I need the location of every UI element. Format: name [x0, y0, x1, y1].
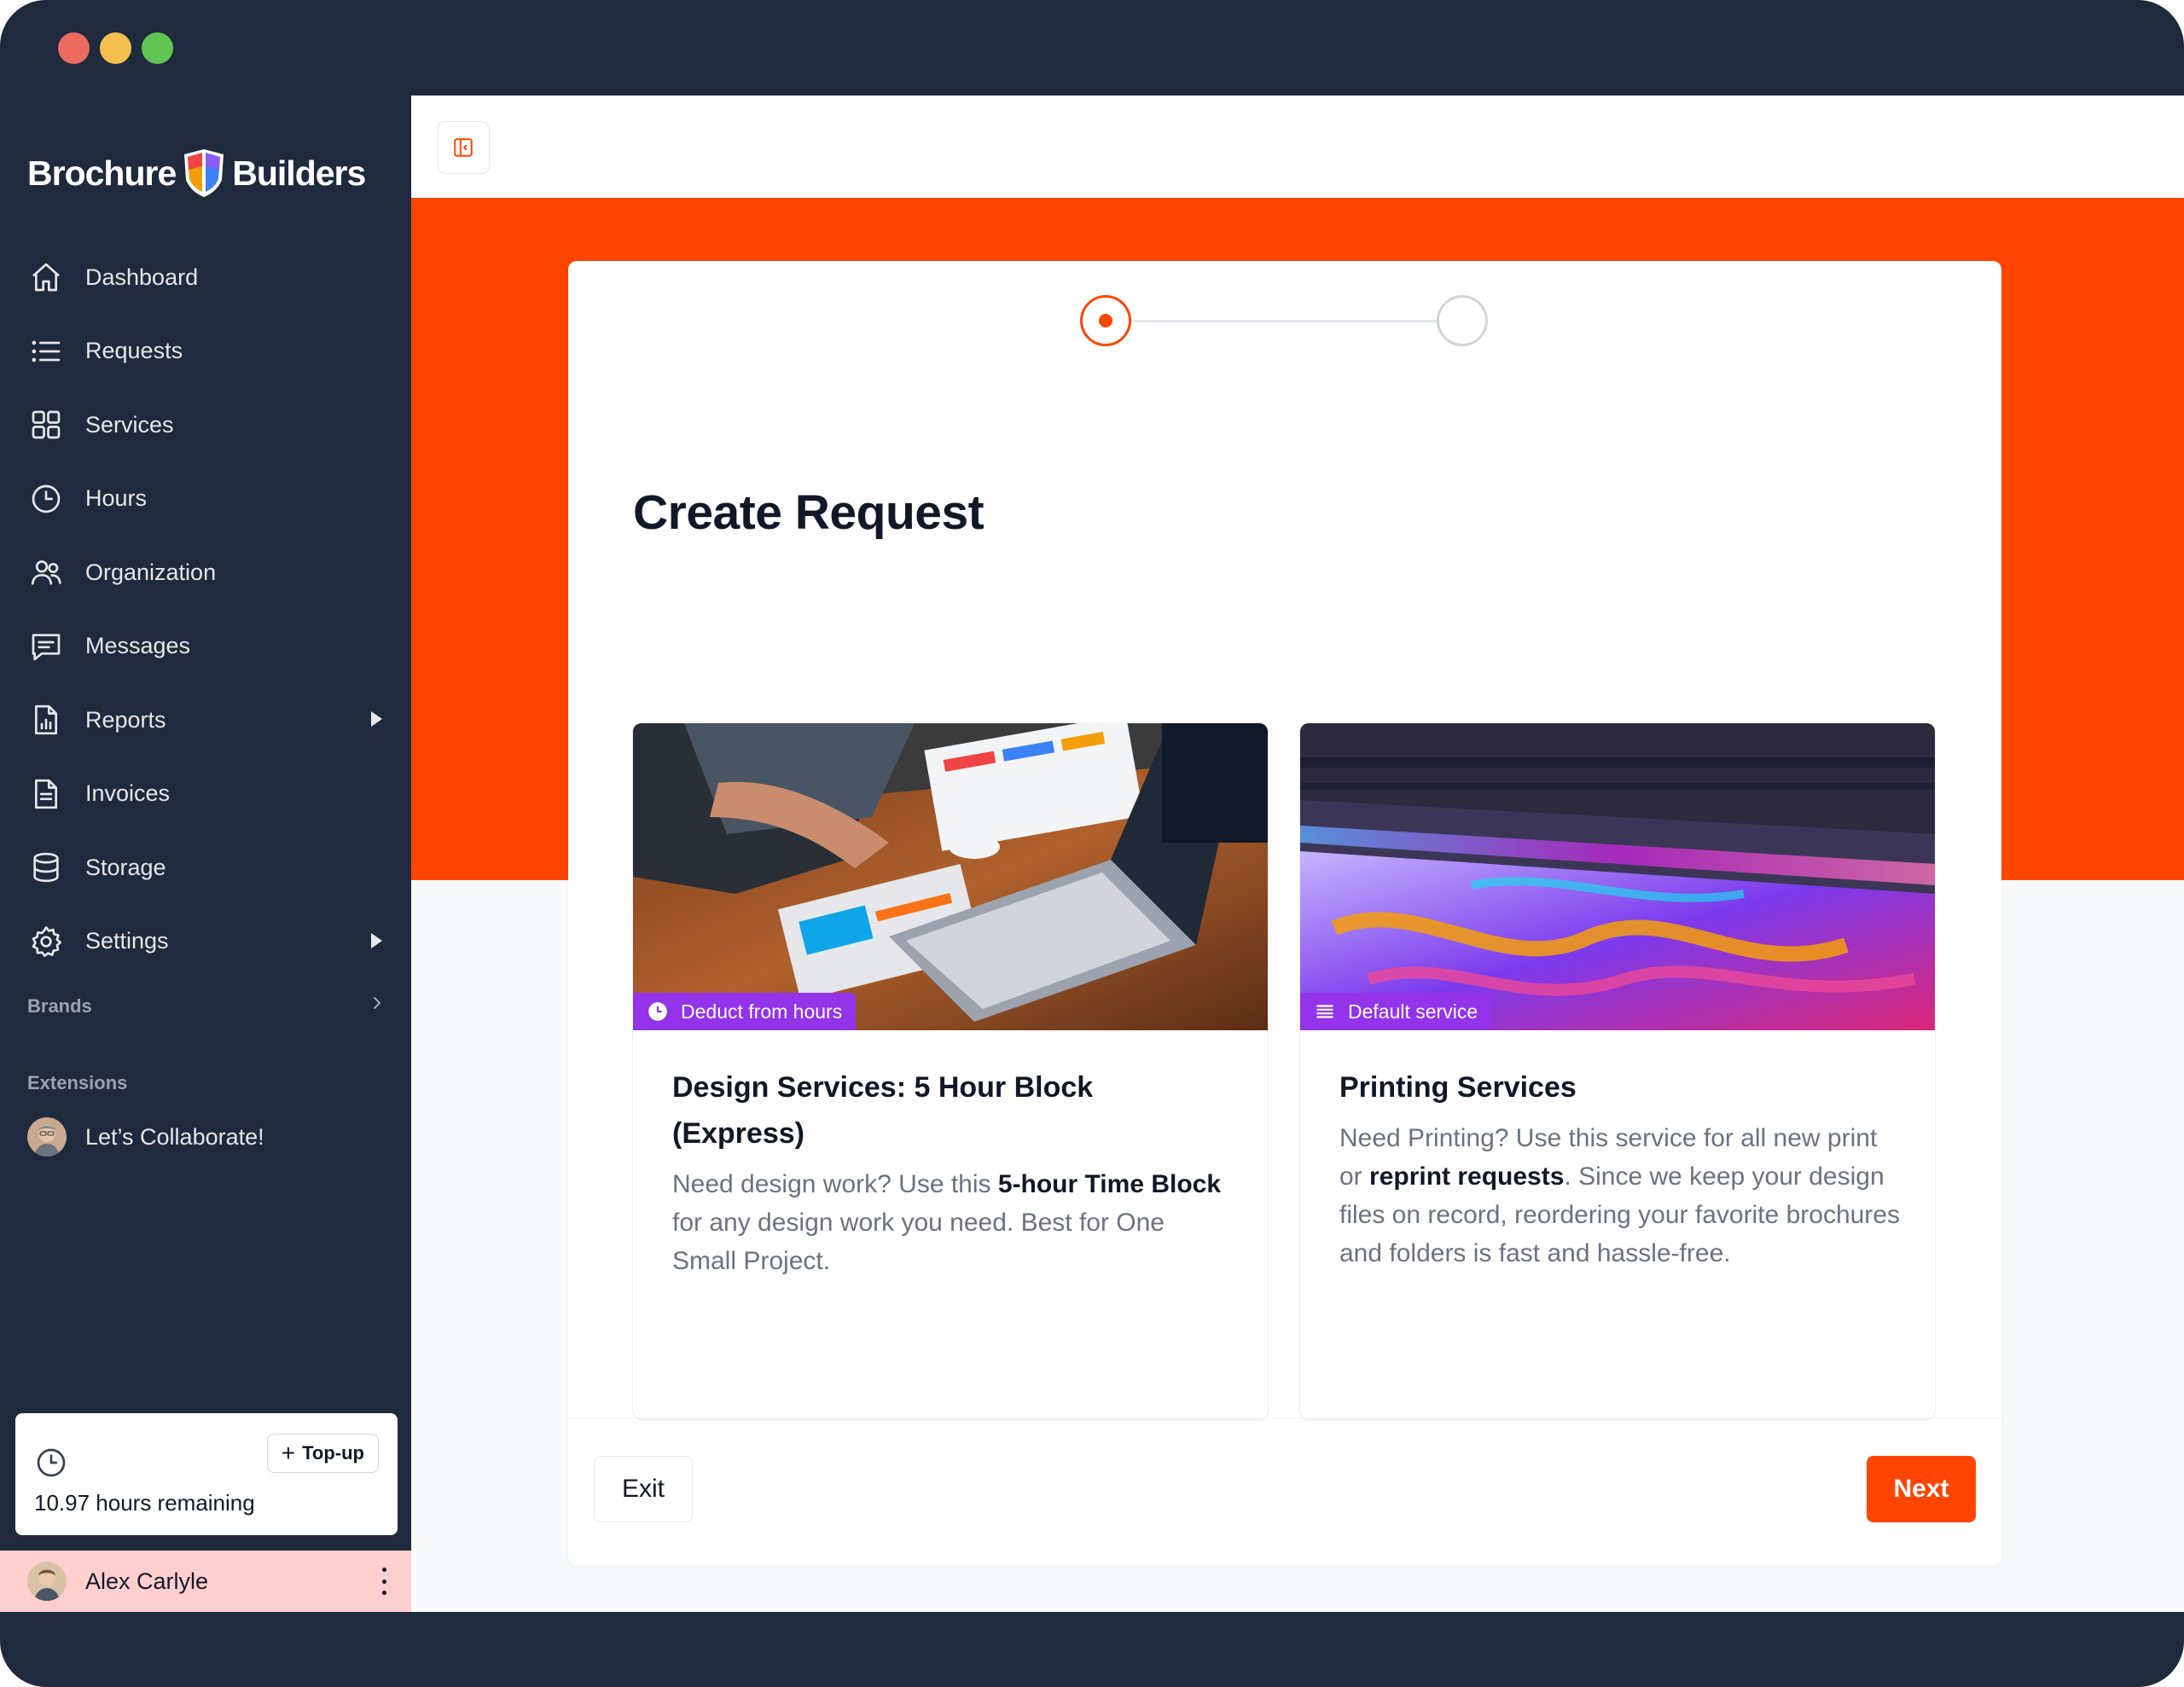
sidebar-item-messages[interactable]: Messages — [0, 610, 411, 684]
top-up-button[interactable]: + Top-up — [266, 1434, 379, 1473]
create-request-wizard: Create Request Deduct from hours Design … — [568, 261, 2001, 1566]
sidebar-item-label: Organization — [85, 559, 217, 585]
sidebar-item-invoices[interactable]: Invoices — [0, 757, 411, 832]
brand-name-left: Brochure — [27, 153, 177, 193]
app-window: Brochure Builders Dashboard Requests Ser… — [0, 0, 2184, 1687]
avatar — [27, 1117, 67, 1157]
sidebar-item-reports[interactable]: Reports — [0, 683, 411, 757]
plus-icon: + — [281, 1440, 296, 1466]
hours-remaining-text: 10.97 hours remaining — [34, 1490, 255, 1516]
brands-section-label[interactable]: Brands — [27, 995, 92, 1017]
sidebar-item-requests[interactable]: Requests — [0, 315, 411, 389]
service-card-design[interactable]: Deduct from hours Design Services: 5 Hou… — [633, 723, 1268, 1419]
sidebar-item-label: Invoices — [85, 780, 171, 807]
design-workspace-image: Deduct from hours — [633, 723, 1268, 1030]
maximize-window-button[interactable] — [142, 32, 173, 64]
grid-icon — [29, 408, 63, 442]
gear-icon — [29, 925, 63, 959]
step-1-indicator[interactable] — [1080, 295, 1131, 346]
more-options-icon[interactable] — [379, 1568, 389, 1595]
sidebar-item-label: Services — [85, 411, 174, 438]
chevron-right-icon[interactable] — [367, 993, 387, 1013]
top-bar — [411, 96, 2184, 198]
card-badge-label: Deduct from hours — [681, 1000, 843, 1023]
extension-item-label: Let’s Collaborate! — [85, 1123, 264, 1150]
sidebar-item-settings[interactable]: Settings — [0, 905, 411, 979]
sidebar-item-label: Settings — [85, 928, 169, 954]
stepper-line — [1131, 320, 1437, 322]
step-2-indicator[interactable] — [1437, 295, 1488, 346]
sidebar-item-label: Storage — [85, 854, 166, 880]
brand-logo-icon — [184, 149, 224, 197]
brand-logo[interactable]: Brochure Builders — [27, 143, 366, 203]
expand-caret-icon[interactable] — [371, 932, 382, 948]
card-title: Printing Services — [1339, 1071, 1577, 1104]
clock-icon — [648, 1002, 667, 1021]
brand-name-right: Builders — [232, 153, 366, 193]
avatar — [27, 1562, 67, 1601]
sidebar-nav: Dashboard Requests Services Hours Organi… — [0, 241, 411, 978]
sidebar: Brochure Builders Dashboard Requests Ser… — [0, 96, 411, 1612]
extensions-section-label: Extensions — [27, 1072, 128, 1093]
sidebar-item-hours[interactable]: Hours — [0, 462, 411, 536]
minimize-window-button[interactable] — [100, 32, 131, 64]
next-button[interactable]: Next — [1867, 1456, 1976, 1522]
list-icon — [1316, 1005, 1333, 1018]
home-icon — [29, 260, 63, 294]
card-badge: Deduct from hours — [633, 993, 857, 1030]
card-description: Need design work? Use this 5-hour Time B… — [672, 1170, 1222, 1275]
sidebar-toggle-button[interactable] — [437, 121, 490, 174]
card-title: Design Services: 5 Hour Block (Express) — [672, 1071, 1094, 1150]
extension-item-collaborate[interactable]: Let’s Collaborate! — [27, 1115, 264, 1159]
top-up-label: Top-up — [302, 1442, 364, 1464]
sidebar-item-storage[interactable]: Storage — [0, 831, 411, 905]
sidebar-item-services[interactable]: Services — [0, 388, 411, 462]
invoice-icon — [29, 777, 63, 811]
printing-press-image: Default service — [1300, 723, 1935, 1030]
card-description: Need Printing? Use this service for all … — [1339, 1124, 1900, 1267]
wizard-footer: Exit Next — [568, 1417, 2001, 1566]
sidebar-collapse-icon — [454, 138, 473, 157]
title-bar — [0, 0, 2184, 96]
sidebar-item-label: Dashboard — [85, 264, 199, 290]
card-badge: Default service — [1300, 993, 1492, 1030]
sidebar-item-label: Messages — [85, 633, 191, 659]
card-badge-label: Default service — [1348, 1000, 1478, 1023]
sidebar-item-label: Reports — [85, 706, 166, 733]
user-profile-row[interactable]: Alex Carlyle — [0, 1551, 411, 1612]
close-window-button[interactable] — [58, 32, 90, 64]
expand-caret-icon[interactable] — [371, 711, 382, 727]
sidebar-item-label: Requests — [85, 338, 183, 364]
clock-icon — [37, 1448, 66, 1477]
hours-remaining-card: + Top-up 10.97 hours remaining — [15, 1413, 398, 1535]
sidebar-item-label: Hours — [85, 485, 148, 512]
message-icon — [29, 629, 63, 664]
page-title: Create Request — [633, 485, 985, 540]
sidebar-item-organization[interactable]: Organization — [0, 536, 411, 610]
user-name: Alex Carlyle — [85, 1568, 209, 1594]
sidebar-item-dashboard[interactable]: Dashboard — [0, 241, 411, 315]
main-content: Create Request Deduct from hours Design … — [411, 96, 2184, 1612]
report-icon — [29, 703, 63, 737]
clock-icon — [29, 482, 63, 516]
users-icon — [29, 555, 63, 589]
database-icon — [29, 850, 63, 884]
exit-button[interactable]: Exit — [594, 1456, 693, 1522]
service-card-printing[interactable]: Default service Printing Services Need P… — [1300, 723, 1935, 1419]
list-icon — [29, 334, 63, 368]
